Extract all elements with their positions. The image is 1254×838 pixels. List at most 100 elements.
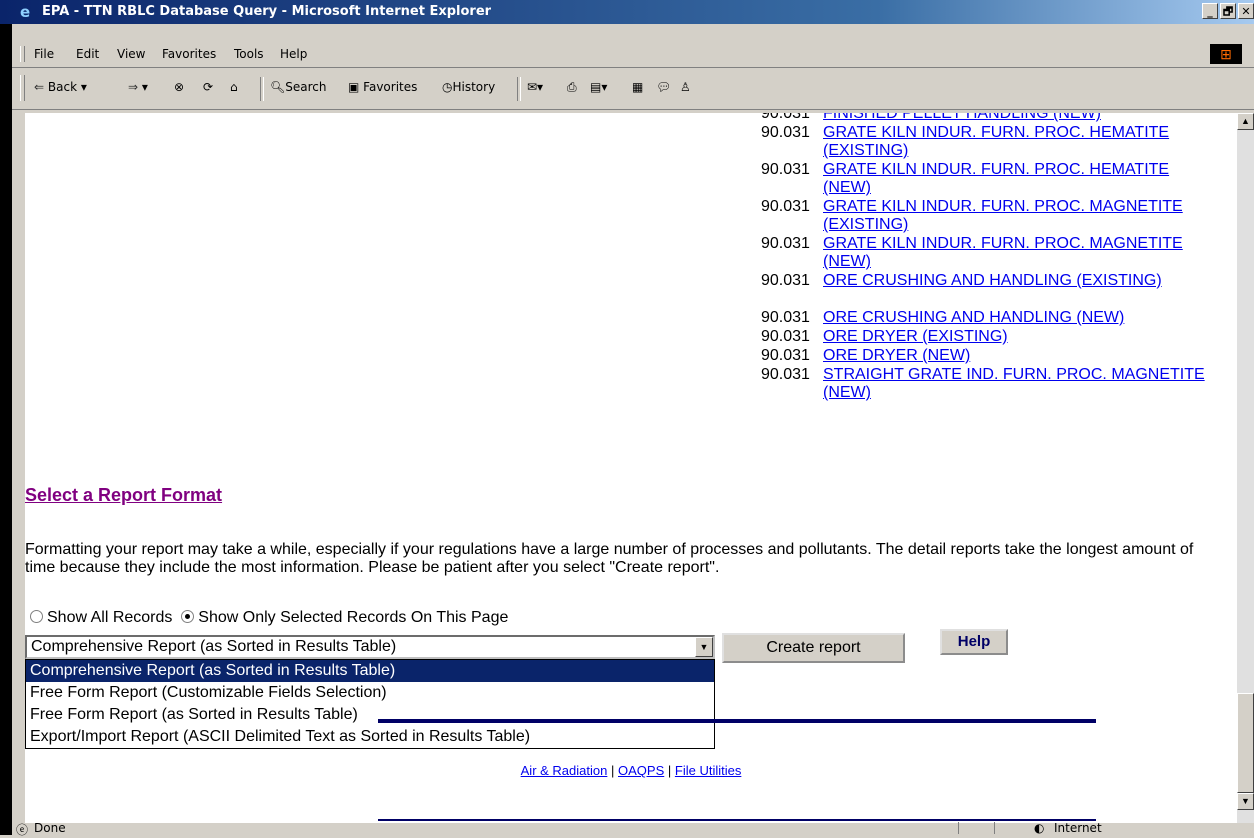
report-format-option[interactable]: Comprehensive Report (as Sorted in Resul… [26,660,714,682]
process-code: 90.031 [761,124,810,141]
report-format-select[interactable]: Comprehensive Report (as Sorted in Resul… [25,635,715,659]
menu-help[interactable]: Help [280,47,307,61]
restore-button[interactable]: 🗗 [1220,3,1236,19]
menu-tools[interactable]: Tools [234,47,264,61]
footer-separator: | [667,763,672,778]
process-link[interactable]: ORE DRYER (EXISTING) [823,328,1213,346]
toolbar: ⇐ Back ▾ ⇒ ▾ ⊗ ⟳ ⌂ 🔍︎Search ▣ Favorites … [12,69,1254,110]
process-code: 90.031 [761,347,810,364]
footer-link-air-radiation[interactable]: Air & Radiation [521,763,608,778]
process-code: 90.031 [761,309,810,326]
history-icon: ◷ [442,80,453,94]
messenger-button[interactable]: 💬︎ [656,80,671,94]
discuss-button[interactable]: ▦ [632,80,643,94]
window-controls: _ 🗗 ✕ [1200,3,1254,21]
process-code: 90.031 [761,198,810,215]
status-panel [958,822,991,834]
report-format-option[interactable]: Export/Import Report (ASCII Delimited Te… [26,726,714,748]
internet-zone-icon: ◐ [1034,821,1045,835]
favorites-label: Favorites [363,80,418,94]
process-list-item: 90.031 ORE CRUSHING AND HANDLING (NEW) [761,309,1213,327]
radio-show-all-label: Show All Records [47,609,173,626]
menu-grip [20,46,25,62]
process-link[interactable]: GRATE KILN INDUR. FURN. PROC. HEMATITE (… [823,161,1213,197]
print-button[interactable]: ⎙ [567,80,577,95]
page-icon: ⓔ [16,823,29,837]
refresh-button[interactable]: ⟳ [203,80,213,94]
home-button[interactable]: ⌂ [230,80,238,94]
report-format-option[interactable]: Free Form Report (Customizable Fields Se… [26,682,714,704]
status-text: Done [34,821,66,835]
footer-link-file-utilities[interactable]: File Utilities [675,763,741,778]
stop-icon: ⊗ [174,80,185,94]
toolbar-grip [20,75,25,101]
footer-link-oaqps[interactable]: OAQPS [618,763,664,778]
back-label: Back [47,80,78,94]
page-content: 90.031 FINISHED PELLET HANDLING (NEW) 90.0… [25,113,1237,823]
window-left-edge [0,24,12,835]
report-format-heading[interactable]: Select a Report Format [25,485,222,506]
process-link[interactable]: ORE CRUSHING AND HANDLING (NEW) [823,309,1213,327]
windows-logo-icon: ⊞ [1210,44,1242,64]
stop-button[interactable]: ⊗ [174,80,184,94]
minimize-button[interactable]: _ [1202,3,1218,19]
ie-logo-icon: e [20,3,31,21]
scroll-up-icon[interactable]: ▲ [1237,113,1254,130]
radio-show-all[interactable] [30,610,43,623]
process-link[interactable]: FINISHED PELLET HANDLING (NEW) [823,113,1213,123]
process-link[interactable]: ORE DRYER (NEW) [823,347,1213,365]
people-button[interactable]: ♙ [680,80,691,94]
create-report-button[interactable]: Create report [722,633,905,663]
record-scope-radios: Show All Records Show Only Selected Reco… [30,609,508,627]
report-description: Formatting your report may take a while,… [25,541,1194,576]
process-code: 90.031 [761,235,810,252]
toolbar-separator [517,77,521,101]
radio-show-selected[interactable] [181,610,195,623]
process-list-item: 90.031 GRATE KILN INDUR. FURN. PROC. HEMA… [761,161,1213,197]
edit-icon: ▤▾ [590,80,608,94]
menu-view[interactable]: View [117,47,145,61]
process-list-item: 90.031 GRATE KILN INDUR. FURN. PROC. MAGN… [761,198,1213,234]
menu-file[interactable]: File [34,47,54,61]
forward-button[interactable]: ⇒ ▾ [128,80,148,94]
toolbar-separator [260,77,264,101]
process-link[interactable]: GRATE KILN INDUR. FURN. PROC. MAGNETITE … [823,198,1213,234]
process-link[interactable]: ORE CRUSHING AND HANDLING (EXISTING) [823,272,1213,290]
forward-arrow-icon: ⇒ [128,80,139,94]
mail-button[interactable]: ✉▾ [527,80,543,94]
process-link[interactable]: GRATE KILN INDUR. FURN. PROC. HEMATITE (… [823,124,1213,160]
footer-divider [378,719,1096,723]
zone-text: Internet [1054,821,1102,835]
search-button[interactable]: 🔍︎Search [270,80,326,94]
process-list-item: 90.031 FINISHED PELLET HANDLING (NEW) [761,113,1213,123]
scroll-thumb[interactable] [1237,693,1254,793]
help-button[interactable]: Help [940,629,1008,655]
process-code: 90.031 [761,272,810,289]
menu-edit[interactable]: Edit [76,47,99,61]
chevron-down-icon[interactable]: ▼ [695,637,713,657]
process-link[interactable]: GRATE KILN INDUR. FURN. PROC. MAGNETITE … [823,235,1213,271]
mail-icon: ✉▾ [527,80,544,94]
favorites-button[interactable]: ▣ Favorites [348,80,417,94]
status-bar: ⓔ Done ◐ Internet [12,821,1254,837]
process-list-item: 90.031 ORE DRYER (EXISTING) [761,328,1213,346]
menu-favorites[interactable]: Favorites [162,47,216,61]
process-link[interactable]: STRAIGHT GRATE IND. FURN. PROC. MAGNETIT… [823,366,1213,402]
refresh-icon: ⟳ [203,80,214,94]
footer-links: Air & Radiation | OAQPS | File Utilities [25,763,1237,778]
home-icon: ⌂ [230,80,238,94]
history-button[interactable]: ◷History [442,80,495,94]
process-list-item: 90.031 GRATE KILN INDUR. FURN. PROC. HEMA… [761,124,1213,160]
vertical-scrollbar[interactable]: ▲ ▼ [1237,113,1254,823]
edit-button[interactable]: ▤▾ [590,80,607,94]
back-button[interactable]: ⇐ Back ▾ [34,80,87,94]
process-code: 90.031 [761,328,810,345]
process-list-item: 90.031 GRATE KILN INDUR. FURN. PROC. MAGN… [761,235,1213,271]
radio-show-selected-label: Show Only Selected Records On This Page [198,609,509,626]
close-button[interactable]: ✕ [1238,3,1254,19]
menu-bar: File Edit View Favorites Tools Help ⊞ [12,42,1254,68]
process-code: 90.031 [761,161,810,178]
forward-dropdown-icon: ▾ [141,80,148,94]
discuss-icon: ▦ [632,80,644,94]
scroll-down-icon[interactable]: ▼ [1237,793,1254,810]
